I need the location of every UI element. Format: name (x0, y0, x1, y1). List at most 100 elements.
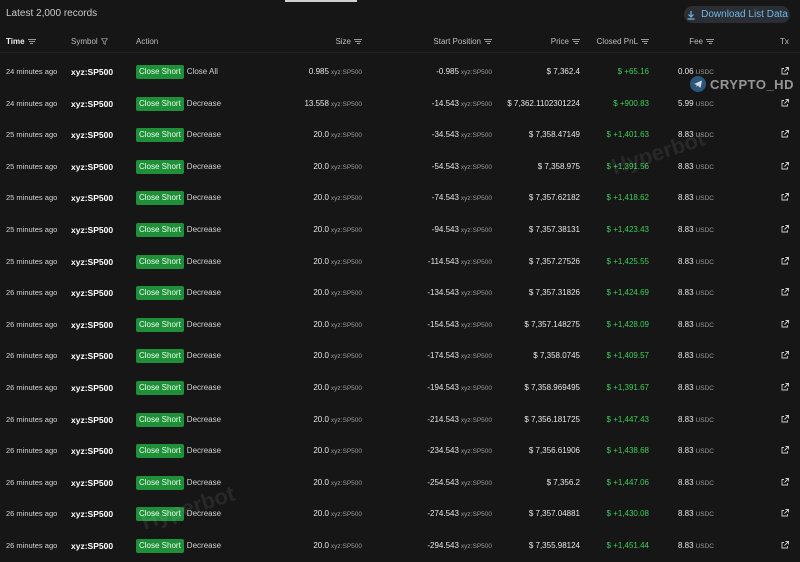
row-size: 20.0 xyz:SP500 (313, 351, 362, 362)
row-symbol[interactable]: xyz:SP500 (71, 162, 113, 172)
row-start-position: -174.543 xyz:SP500 (427, 351, 492, 362)
row-symbol[interactable]: xyz:SP500 (71, 130, 113, 140)
row-fee: 5.99 USDC (678, 99, 714, 110)
row-start-unit: xyz:SP500 (460, 416, 492, 424)
external-link-icon[interactable] (780, 66, 790, 76)
row-size-value: 20.0 (313, 351, 329, 361)
close-short-badge: Close Short (136, 412, 184, 427)
row-start-value: -194.543 (427, 382, 459, 392)
row-symbol[interactable]: xyz:SP500 (71, 67, 113, 77)
external-link-icon[interactable] (780, 287, 790, 297)
row-start-value: -74.543 (431, 193, 459, 203)
row-symbol[interactable]: xyz:SP500 (71, 193, 113, 203)
row-price: $ 7,357.04881 (528, 509, 580, 519)
row-time: 26 minutes ago (6, 477, 58, 487)
row-time: 26 minutes ago (6, 382, 58, 392)
row-size-unit: xyz:SP500 (330, 542, 362, 550)
row-size-value: 20.0 (313, 319, 329, 329)
row-start-position: -54.543 xyz:SP500 (432, 162, 492, 173)
row-fee: 8.83 USDC (678, 288, 714, 299)
row-price: $ 7,362.4 (546, 67, 580, 76)
row-action-detail: Decrease (186, 446, 222, 456)
row-price: $ 7,362.1102301224 (507, 98, 580, 108)
external-link-icon[interactable] (780, 445, 790, 455)
row-size: 20.0 xyz:SP500 (313, 415, 362, 426)
external-link-icon[interactable] (780, 319, 790, 329)
external-link-icon[interactable] (780, 161, 790, 171)
row-start-value: -94.543 (431, 224, 459, 234)
download-list-data-button[interactable]: Download List Data (684, 6, 790, 23)
row-closed-pnl: $ +1,418.62 (606, 193, 649, 203)
external-link-icon[interactable] (780, 129, 790, 139)
external-link-icon[interactable] (780, 477, 790, 487)
row-start-position: -0.985 xyz:SP500 (436, 67, 492, 78)
row-action: Close Short Decrease (136, 128, 221, 143)
row-time: 25 minutes ago (6, 256, 58, 266)
row-symbol[interactable]: xyz:SP500 (71, 383, 113, 393)
external-link-icon[interactable] (780, 414, 790, 424)
row-fee-value: 8.83 (678, 477, 694, 487)
table-row: 26 minutes ago xyz:SP500 Close Short Decrea… (0, 277, 800, 309)
external-link-icon[interactable] (780, 256, 790, 266)
external-link-icon[interactable] (780, 382, 790, 392)
table-header: Time Symbol Action Size Start Position P… (0, 32, 800, 53)
col-symbol-label: Symbol (71, 37, 98, 46)
row-symbol[interactable]: xyz:SP500 (71, 99, 113, 109)
table-row: 24 minutes ago xyz:SP500 Close Short Close … (0, 56, 800, 88)
row-symbol[interactable]: xyz:SP500 (71, 415, 113, 425)
row-symbol[interactable]: xyz:SP500 (71, 257, 113, 267)
row-symbol[interactable]: xyz:SP500 (71, 509, 113, 519)
row-time: 25 minutes ago (6, 224, 58, 234)
row-symbol[interactable]: xyz:SP500 (71, 541, 113, 551)
row-closed-pnl: $ +1,428.09 (606, 319, 649, 329)
external-link-icon[interactable] (780, 508, 790, 518)
row-symbol[interactable]: xyz:SP500 (71, 288, 113, 298)
row-time: 24 minutes ago (6, 67, 58, 76)
col-size[interactable]: Size (335, 37, 362, 46)
row-symbol[interactable]: xyz:SP500 (71, 320, 113, 330)
col-time[interactable]: Time (6, 37, 36, 46)
external-link-icon[interactable] (780, 540, 790, 550)
col-symbol[interactable]: Symbol (71, 37, 108, 46)
row-size: 20.0 xyz:SP500 (313, 257, 362, 268)
row-action: Close Short Decrease (136, 254, 221, 269)
filter-icon[interactable] (100, 38, 108, 45)
row-time: 26 minutes ago (6, 288, 58, 298)
col-price-label: Price (550, 37, 569, 46)
row-size-unit: xyz:SP500 (330, 132, 362, 140)
row-symbol[interactable]: xyz:SP500 (71, 478, 113, 488)
col-tx: Tx (780, 37, 789, 46)
col-start-position[interactable]: Start Position (433, 37, 492, 46)
external-link-icon[interactable] (780, 192, 790, 202)
external-link-icon[interactable] (780, 98, 790, 108)
row-price: $ 7,356.181725 (524, 414, 580, 424)
sort-icon (484, 38, 492, 45)
row-start-position: -134.543 xyz:SP500 (427, 288, 492, 299)
col-price[interactable]: Price (551, 37, 580, 46)
row-start-unit: xyz:SP500 (460, 226, 492, 234)
external-link-icon[interactable] (780, 224, 790, 234)
active-tab-indicator (285, 0, 357, 2)
row-fee-value: 0.06 (678, 67, 694, 76)
row-fee: 8.83 USDC (678, 320, 714, 331)
row-fee-value: 8.83 (678, 224, 694, 234)
row-price: $ 7,358.975 (537, 161, 580, 171)
col-closed-pnl[interactable]: Closed PnL (597, 37, 649, 46)
row-symbol[interactable]: xyz:SP500 (71, 351, 113, 361)
row-size-unit: xyz:SP500 (330, 69, 362, 76)
row-action: Close Short Decrease (136, 96, 221, 111)
external-link-icon[interactable] (780, 350, 790, 360)
row-action-detail: Decrease (186, 414, 222, 424)
close-short-badge: Close Short (136, 317, 184, 332)
close-short-badge: Close Short (136, 286, 184, 301)
row-start-position: -194.543 xyz:SP500 (427, 383, 492, 394)
row-fee: 8.83 USDC (678, 415, 714, 426)
row-start-position: -154.543 xyz:SP500 (427, 320, 492, 331)
download-icon (687, 10, 695, 20)
row-start-unit: xyz:SP500 (460, 258, 492, 266)
col-fee[interactable]: Fee (689, 37, 714, 46)
row-start-position: -254.543 xyz:SP500 (427, 478, 492, 489)
row-symbol[interactable]: xyz:SP500 (71, 446, 113, 456)
row-symbol[interactable]: xyz:SP500 (71, 225, 113, 235)
row-size-value: 20.0 (313, 193, 329, 203)
